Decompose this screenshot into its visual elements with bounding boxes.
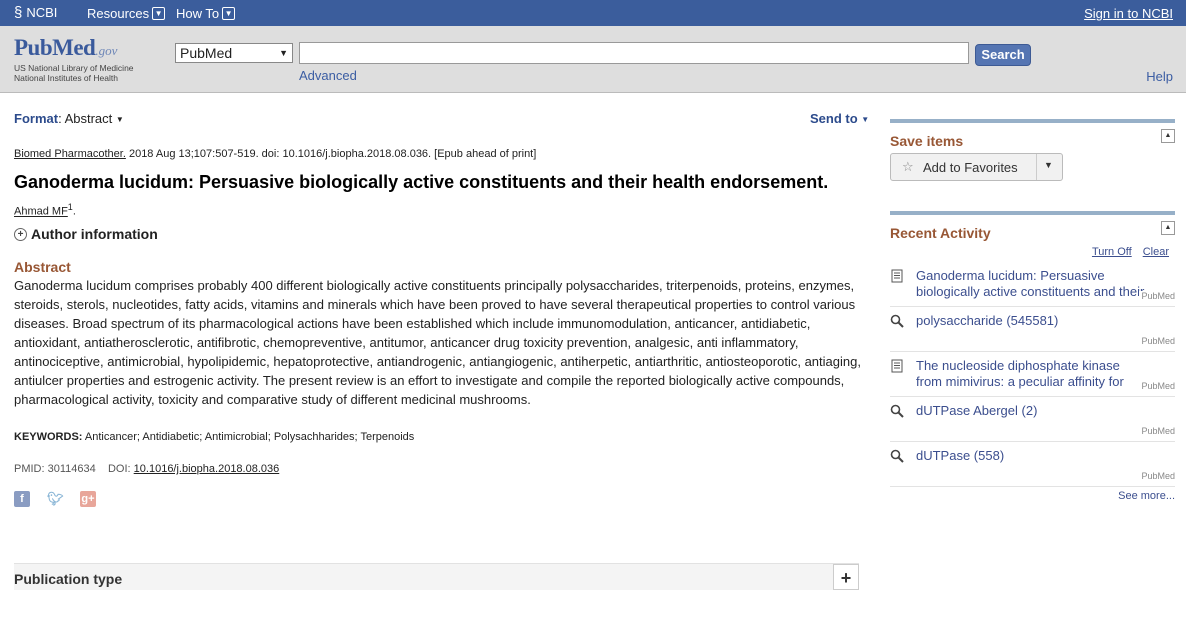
recent-activity-source: PubMed xyxy=(1139,426,1175,436)
author-list: Ahmad MF1. xyxy=(14,202,76,218)
recent-activity-item[interactable]: The nucleoside diphosphate kinase from m… xyxy=(890,352,1175,397)
how-to-menu[interactable]: How To ▼ xyxy=(176,6,236,21)
keywords: KEYWORDS: Anticancer; Antidiabetic; Anti… xyxy=(14,431,414,443)
save-items-heading: Save items xyxy=(890,133,964,149)
author-information-label: Author information xyxy=(31,226,158,242)
recent-activity-portlet: Recent Activity ▲ Turn Off Clear Ganoder… xyxy=(890,211,1175,511)
citation-details: 2018 Aug 13;107:507-519. doi: 10.1016/j.… xyxy=(128,148,537,160)
send-to-menu[interactable]: Send to ▼ xyxy=(810,111,869,126)
search-header: PubMed.gov US National Library of Medici… xyxy=(0,26,1186,93)
recent-activity-controls: Turn Off Clear xyxy=(1092,246,1169,258)
doi-label: DOI: xyxy=(107,463,131,475)
logo-subtitle-1: US National Library of Medicine xyxy=(14,63,134,73)
social-share: f 🐦︎ g+ xyxy=(14,491,96,507)
abstract-text: Ganoderma lucidum comprises probably 400… xyxy=(14,278,861,407)
dropdown-arrow-icon: ▼ xyxy=(861,115,870,125)
search-icon xyxy=(890,404,904,418)
turn-off-link[interactable]: Turn Off xyxy=(1092,246,1132,258)
recent-activity-source: PubMed xyxy=(1139,291,1175,301)
database-value: PubMed xyxy=(180,45,233,61)
publication-type-section[interactable]: Publication type + xyxy=(14,563,859,590)
ncbi-helix-icon: § xyxy=(14,3,23,21)
doi-link[interactable]: 10.1016/j.biopha.2018.08.036 xyxy=(134,463,280,475)
advanced-search-link[interactable]: Advanced xyxy=(299,68,357,83)
chevron-down-icon: ▼ xyxy=(152,7,166,20)
facebook-icon[interactable]: f xyxy=(14,491,30,507)
expand-plus-icon: + xyxy=(14,227,27,241)
recent-activity-text: polysaccharide (545581) xyxy=(916,313,1059,328)
search-icon xyxy=(890,449,904,463)
author-information-toggle[interactable]: + Author information xyxy=(14,226,158,242)
chevron-down-icon: ▼ xyxy=(222,7,236,20)
logo-pub: Pub xyxy=(14,35,53,60)
recent-activity-text: dUTPase (558) xyxy=(916,448,1005,463)
collapse-icon[interactable]: ▲ xyxy=(1161,221,1175,235)
portlet-divider xyxy=(890,119,1175,123)
article-title: Ganoderma lucidum: Persuasive biological… xyxy=(14,172,829,192)
help-link[interactable]: Help xyxy=(1146,69,1173,84)
dropdown-arrow-icon: ▼ xyxy=(279,48,288,58)
logo-med: Med xyxy=(52,35,96,60)
logo-subtitle-2: National Institutes of Health xyxy=(14,73,118,83)
recent-activity-source: PubMed xyxy=(1139,336,1175,346)
document-icon xyxy=(891,269,903,283)
recent-activity-item[interactable]: dUTPase (558) PubMed xyxy=(890,442,1175,487)
format-control[interactable]: Format: Abstract ▼ xyxy=(14,111,124,126)
journal-link[interactable]: Biomed Pharmacother. xyxy=(14,148,126,160)
keywords-list: Anticancer; Antidiabetic; Antimicrobial;… xyxy=(84,431,415,443)
recent-activity-list: Ganoderma lucidum: Persuasive biological… xyxy=(890,262,1175,487)
publication-type-label: Publication type xyxy=(14,571,123,587)
document-icon xyxy=(891,359,903,373)
article-ids: PMID: 30114634 DOI: 10.1016/j.biopha.201… xyxy=(14,463,279,475)
keywords-label: KEYWORDS: xyxy=(14,431,83,443)
recent-activity-item[interactable]: dUTPase Abergel (2) PubMed xyxy=(890,397,1175,442)
search-button[interactable]: Search xyxy=(975,44,1031,66)
pmid-value: 30114634 xyxy=(47,463,96,475)
recent-activity-item[interactable]: Ganoderma lucidum: Persuasive biological… xyxy=(890,262,1175,307)
citation: Biomed Pharmacother. 2018 Aug 13;107:507… xyxy=(14,148,536,160)
abstract-heading: Abstract xyxy=(14,259,71,275)
ncbi-logo-text: NCBI xyxy=(26,5,58,20)
sign-in-link[interactable]: Sign in to NCBI xyxy=(1084,6,1173,21)
add-to-favorites-label: Add to Favorites xyxy=(923,160,1018,175)
pubmed-logo[interactable]: PubMed.gov US National Library of Medici… xyxy=(14,35,134,83)
add-to-favorites-button[interactable]: ☆ Add to Favorites ▼ xyxy=(890,153,1063,181)
format-label: Format xyxy=(14,111,59,126)
author-affiliation-sup: 1 xyxy=(67,202,73,212)
save-items-portlet: Save items ▲ ☆ Add to Favorites ▼ xyxy=(890,119,1175,189)
recent-activity-text: dUTPase Abergel (2) xyxy=(916,403,1038,418)
resources-menu[interactable]: Resources ▼ xyxy=(87,6,166,21)
how-to-label: How To xyxy=(176,6,220,21)
twitter-icon[interactable]: 🐦︎ xyxy=(47,491,64,507)
search-icon xyxy=(890,314,904,328)
format-value: Abstract xyxy=(64,111,113,126)
search-input[interactable] xyxy=(299,42,969,64)
google-plus-icon[interactable]: g+ xyxy=(80,491,96,507)
recent-activity-text: Ganoderma lucidum: Persuasive biological… xyxy=(916,268,1145,299)
recent-activity-heading: Recent Activity xyxy=(890,225,991,241)
resources-label: Resources xyxy=(87,6,150,21)
dropdown-arrow-icon: ▼ xyxy=(115,115,124,125)
pmid-label: PMID: xyxy=(14,463,45,475)
ncbi-top-bar: § NCBI Resources ▼ How To ▼ Sign in to N… xyxy=(0,0,1186,26)
recent-activity-source: PubMed xyxy=(1139,381,1175,391)
ncbi-logo[interactable]: § NCBI xyxy=(14,3,58,21)
button-separator xyxy=(1036,154,1037,180)
logo-gov: .gov xyxy=(95,43,118,58)
clear-link[interactable]: Clear xyxy=(1143,246,1169,258)
collapse-icon[interactable]: ▲ xyxy=(1161,129,1175,143)
recent-activity-item[interactable]: polysaccharide (545581) PubMed xyxy=(890,307,1175,352)
chevron-down-icon[interactable]: ▼ xyxy=(1044,160,1053,170)
recent-activity-source: PubMed xyxy=(1139,471,1175,481)
send-to-label: Send to xyxy=(810,111,858,126)
database-select[interactable]: PubMed ▼ xyxy=(175,43,293,63)
portlet-divider xyxy=(890,211,1175,215)
author-link[interactable]: Ahmad MF xyxy=(14,206,68,218)
see-more-link[interactable]: See more... xyxy=(1118,490,1175,502)
star-icon: ☆ xyxy=(902,159,914,174)
recent-activity-text: The nucleoside diphosphate kinase from m… xyxy=(916,358,1124,389)
expand-plus-icon[interactable]: + xyxy=(833,564,859,590)
